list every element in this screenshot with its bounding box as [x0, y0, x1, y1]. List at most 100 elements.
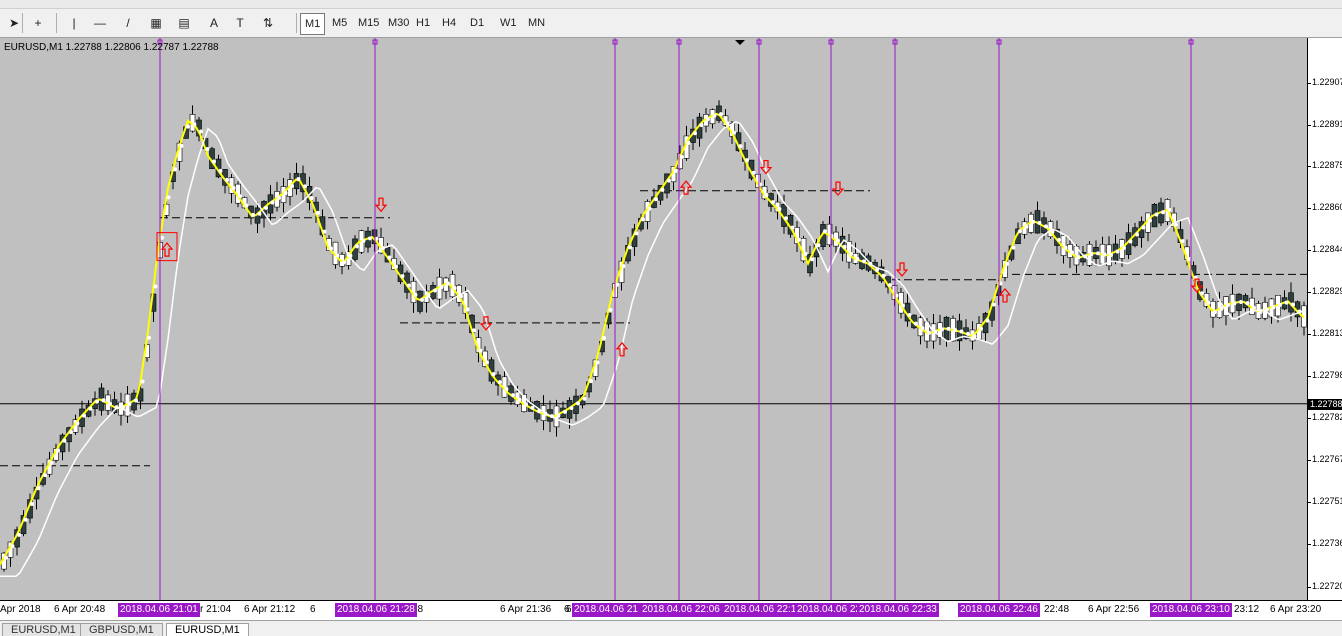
indicator-dot — [543, 411, 548, 416]
indicator-dot — [101, 398, 106, 403]
tab-eurusd-m1-b[interactable]: EURUSD,M1 — [166, 623, 249, 636]
indicator-dot — [673, 168, 678, 173]
timeframe-w1-button[interactable]: W1 — [496, 13, 521, 33]
indicator-dot — [1180, 239, 1185, 244]
indicator-dot — [602, 335, 606, 340]
indicator-dot — [693, 131, 697, 136]
indicator-dot — [342, 260, 346, 265]
timeframe-m1-button[interactable]: M1 — [300, 13, 326, 35]
chart-canvas[interactable] — [0, 38, 1307, 600]
indicator-dot — [192, 122, 197, 127]
indicator-dot — [1213, 310, 1217, 315]
indicator-dot — [790, 225, 795, 230]
price-tick-mark — [1308, 83, 1311, 84]
price-tick-label: 1.22782 — [1312, 412, 1342, 422]
indicator-dot — [62, 438, 67, 443]
time-axis[interactable]: Apr 2018 6 Apr 20:48 6 Apr 21:04 6 Apr 21:1… — [0, 600, 1342, 621]
indicator-dot — [478, 348, 483, 353]
toolbar-separator — [296, 13, 297, 33]
timeframe-h4-button[interactable]: H4 — [438, 13, 460, 33]
cursor-icon[interactable]: ➤ — [4, 12, 24, 34]
indicator-dot — [407, 283, 411, 288]
indicator-dot — [4, 555, 8, 560]
indicator-dot — [108, 401, 112, 406]
price-tick-mark — [1308, 292, 1311, 293]
indicator-dot — [1161, 210, 1165, 215]
price-tick-mark — [1308, 502, 1311, 503]
trendline-icon[interactable]: / — [118, 12, 138, 34]
indicator-dot — [621, 264, 626, 269]
indicator-dot — [433, 288, 437, 293]
indicator-dot — [127, 401, 132, 406]
indicator-dot — [1024, 224, 1029, 229]
indicator-dot — [972, 334, 977, 339]
indicator-dot — [160, 235, 164, 240]
indicator-dot — [966, 331, 970, 336]
indicator-dot — [1037, 220, 1042, 225]
price-tick-mark — [1308, 376, 1311, 377]
indicator-dot — [732, 130, 736, 135]
timeframe-h1-button[interactable]: H1 — [412, 13, 434, 33]
indicator-dot — [335, 253, 340, 258]
indicator-dot — [459, 294, 463, 299]
price-tick-label: 1.22875 — [1312, 160, 1342, 170]
indicator-dot — [576, 401, 580, 406]
price-tick-mark — [1308, 250, 1311, 251]
indicator-dot — [1167, 207, 1172, 212]
vertical-line-time-label: 2018.04.06 21 — [572, 603, 640, 617]
horizontal-line-icon[interactable]: — — [90, 12, 110, 34]
time-tick-label: 22:48 — [1044, 604, 1070, 615]
indicator-dot — [849, 251, 853, 256]
time-tick-label: Apr 2018 — [0, 604, 41, 615]
indicator-dot — [511, 393, 515, 398]
indicator-dot — [582, 396, 587, 401]
fib-grid-icon[interactable]: ▤ — [174, 12, 194, 34]
text-icon[interactable]: A — [204, 12, 224, 34]
indicator-dot — [524, 402, 528, 407]
indicator-dot — [121, 405, 125, 410]
price-tick-label: 1.22891 — [1312, 119, 1342, 129]
tab-eurusd-m1-a[interactable]: EURUSD,M1 — [2, 623, 85, 636]
indicator-dot — [329, 246, 333, 251]
indicator-dot — [940, 327, 944, 332]
price-tick-label: 1.22860 — [1312, 202, 1342, 212]
fibonacci-icon[interactable]: ▦ — [146, 12, 166, 34]
timeframe-mn-button[interactable]: MN — [524, 13, 549, 33]
chart-tabs: EURUSD,M1 GBPUSD,M1 EURUSD,M1 — [0, 620, 1342, 636]
indicator-dot — [517, 397, 522, 402]
timeframe-m30-button[interactable]: M30 — [384, 13, 413, 33]
indicator-dot — [309, 195, 314, 200]
arrows-icon[interactable]: ⇅ — [258, 12, 278, 34]
vertical-line-time-label: 2018.04.06 23:10 — [1150, 603, 1232, 617]
indicator-dot — [1044, 224, 1048, 229]
indicator-dot — [498, 380, 502, 385]
indicator-dot — [251, 212, 255, 217]
price-tick-mark — [1308, 587, 1311, 588]
indicator-dot — [914, 321, 918, 326]
indicator-dot — [179, 143, 184, 148]
indicator-dot — [290, 183, 294, 188]
indicator-dot — [563, 409, 567, 414]
indicator-dot — [946, 326, 951, 331]
vertical-line-time-label: 2018.04.06 21:28 — [335, 603, 417, 617]
indicator-dot — [615, 282, 619, 287]
indicator-dot — [1206, 300, 1211, 305]
indicator-dot — [413, 292, 418, 297]
label-icon[interactable]: T — [230, 12, 250, 34]
indicator-dot — [654, 197, 658, 202]
indicator-dot — [199, 129, 203, 134]
tab-gbpusd-m1[interactable]: GBPUSD,M1 — [80, 623, 163, 636]
indicator-dot — [881, 273, 886, 278]
vertical-line-icon[interactable]: | — [64, 12, 84, 34]
price-tick-mark — [1308, 208, 1311, 209]
price-tick-mark — [1308, 460, 1311, 461]
price-axis[interactable]: 1.22907 1.22891 1.22875 1.22860 1.22844 1.228… — [1307, 38, 1342, 600]
timeframe-d1-button[interactable]: D1 — [466, 13, 488, 33]
timeframe-m5-button[interactable]: M5 — [328, 13, 351, 33]
indicator-dot — [745, 158, 749, 163]
timeframe-m15-button[interactable]: M15 — [354, 13, 383, 33]
indicator-dot — [1109, 252, 1113, 257]
indicator-dot — [1135, 232, 1139, 237]
price-chart[interactable]: EURUSD,M1 1.22788 1.22806 1.22787 1.2278… — [0, 38, 1307, 600]
crosshair-icon[interactable]: + — [28, 12, 48, 34]
